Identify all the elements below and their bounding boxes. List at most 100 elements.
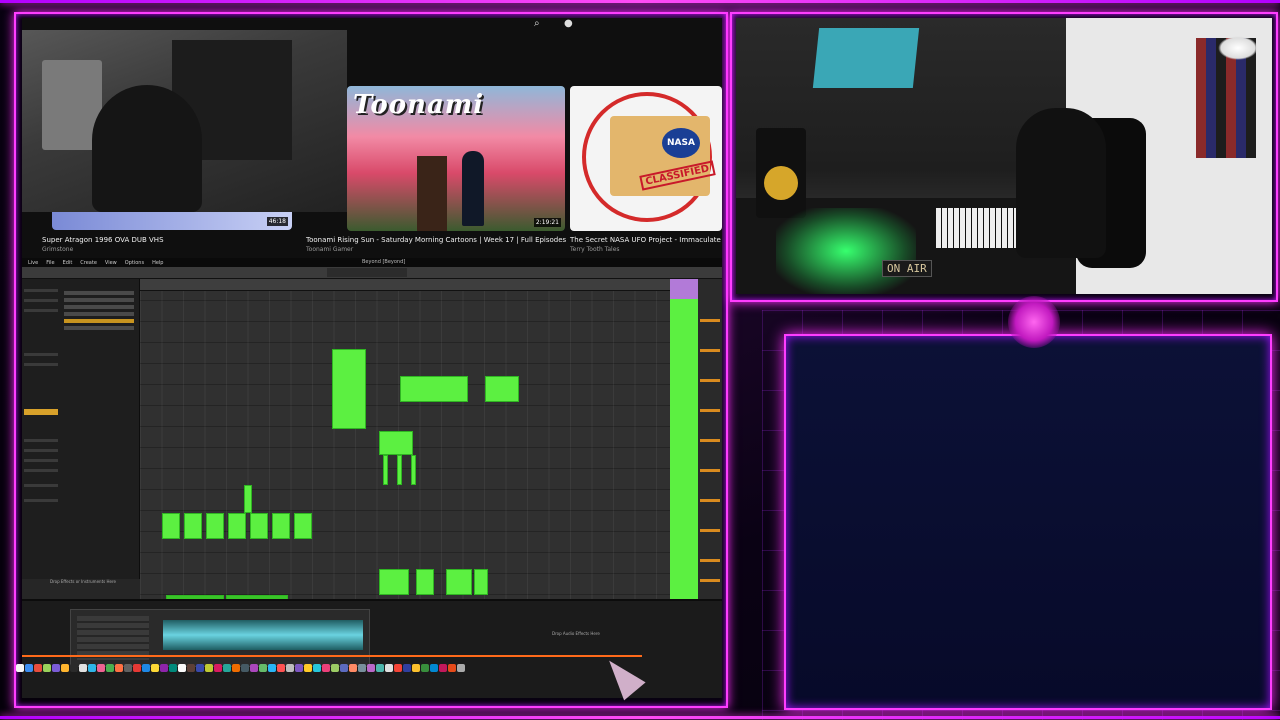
midi-clip[interactable] — [294, 513, 312, 539]
track-control[interactable] — [700, 409, 720, 412]
audio-clip[interactable] — [416, 569, 434, 595]
sample-waveform[interactable] — [163, 620, 363, 650]
track-control[interactable] — [700, 529, 720, 532]
app-icon[interactable] — [385, 664, 393, 672]
midi-clip[interactable] — [184, 513, 202, 539]
search-icon[interactable]: ⌕ — [534, 18, 546, 30]
menu-options[interactable]: Options — [125, 260, 144, 266]
track-control[interactable] — [700, 499, 720, 502]
key-zone-list[interactable] — [77, 616, 149, 660]
menu-create[interactable]: Create — [80, 260, 97, 266]
app-icon[interactable] — [178, 664, 186, 672]
track-control[interactable] — [700, 469, 720, 472]
track-control[interactable] — [700, 579, 720, 582]
app-icon[interactable] — [448, 664, 456, 672]
midi-clip[interactable] — [383, 455, 388, 485]
menu-view[interactable]: View — [105, 260, 117, 266]
video-thumbnail-3[interactable]: NASA CLASSIFIED — [570, 86, 722, 231]
browser-category[interactable] — [24, 459, 58, 462]
track-control[interactable] — [700, 379, 720, 382]
track-control[interactable] — [700, 559, 720, 562]
app-icon[interactable] — [286, 664, 294, 672]
midi-clip[interactable] — [272, 513, 290, 539]
track-control[interactable] — [700, 349, 720, 352]
browser-category-selected[interactable] — [24, 409, 58, 415]
app-icon[interactable] — [187, 664, 195, 672]
app-icon[interactable] — [376, 664, 384, 672]
midi-clip[interactable] — [250, 513, 268, 539]
app-icon[interactable] — [250, 664, 258, 672]
audio-clip[interactable] — [379, 569, 409, 595]
finder-icon[interactable] — [16, 664, 24, 672]
app-icon[interactable] — [61, 664, 69, 672]
app-icon[interactable] — [232, 664, 240, 672]
app-icon[interactable] — [223, 664, 231, 672]
midi-clip[interactable] — [411, 455, 416, 485]
app-icon[interactable] — [277, 664, 285, 672]
browser-category[interactable] — [24, 439, 58, 442]
app-icon[interactable] — [439, 664, 447, 672]
app-icon[interactable] — [97, 664, 105, 672]
browser-file[interactable] — [64, 298, 134, 302]
sampler-device[interactable] — [70, 609, 370, 667]
browser-category[interactable] — [24, 499, 58, 502]
midi-clip[interactable] — [379, 431, 413, 455]
timeline-ruler[interactable] — [140, 279, 670, 291]
app-icon[interactable] — [430, 664, 438, 672]
midi-clip[interactable] — [244, 485, 252, 513]
browser-file[interactable] — [64, 312, 134, 316]
app-icon[interactable] — [331, 664, 339, 672]
app-icon[interactable] — [304, 664, 312, 672]
browser-file-selected[interactable] — [64, 319, 134, 323]
midi-clip[interactable] — [206, 513, 224, 539]
video-title[interactable]: Super Atragon 1996 OVA DUB VHS — [42, 236, 164, 244]
app-icon[interactable] — [421, 664, 429, 672]
app-icon[interactable] — [313, 664, 321, 672]
microphone-icon[interactable]: ● — [564, 18, 576, 30]
browser-category[interactable] — [24, 353, 58, 356]
video-channel[interactable]: Terry Tooth Tales — [570, 246, 620, 253]
app-icon[interactable] — [241, 664, 249, 672]
app-icon[interactable] — [88, 664, 96, 672]
app-icon[interactable] — [160, 664, 168, 672]
video-channel[interactable]: Grimstone — [42, 246, 73, 253]
app-icon[interactable] — [124, 664, 132, 672]
app-icon[interactable] — [43, 664, 51, 672]
midi-clip[interactable] — [332, 349, 366, 429]
browser-category[interactable] — [24, 363, 58, 366]
app-icon[interactable] — [295, 664, 303, 672]
menu-file[interactable]: File — [46, 260, 54, 266]
browser-file[interactable] — [64, 291, 134, 295]
midi-clip[interactable] — [485, 376, 519, 402]
app-icon[interactable] — [70, 664, 78, 672]
app-icon[interactable] — [322, 664, 330, 672]
browser-category[interactable] — [24, 289, 58, 292]
app-icon[interactable] — [349, 664, 357, 672]
app-icon[interactable] — [367, 664, 375, 672]
browser-category[interactable] — [24, 484, 58, 487]
browser-category[interactable] — [24, 299, 58, 302]
selected-track-column[interactable] — [670, 279, 698, 599]
browser-file[interactable] — [64, 305, 134, 309]
app-icon[interactable] — [412, 664, 420, 672]
menu-live[interactable]: Live — [28, 260, 38, 266]
transport-controls[interactable] — [327, 268, 407, 277]
audio-clip[interactable] — [474, 569, 488, 595]
track-control[interactable] — [700, 319, 720, 322]
video-title[interactable]: Toonami Rising Sun - Saturday Morning Ca… — [306, 236, 566, 244]
track-header[interactable] — [670, 279, 698, 299]
browser-category[interactable] — [24, 469, 58, 472]
app-icon[interactable] — [358, 664, 366, 672]
app-icon[interactable] — [151, 664, 159, 672]
app-icon[interactable] — [115, 664, 123, 672]
app-icon[interactable] — [25, 664, 33, 672]
midi-clip[interactable] — [400, 376, 468, 402]
menu-help[interactable]: Help — [152, 260, 163, 266]
app-icon[interactable] — [340, 664, 348, 672]
browser-category[interactable] — [24, 449, 58, 452]
arrangement-view[interactable] — [140, 279, 670, 599]
app-icon[interactable] — [133, 664, 141, 672]
midi-clip[interactable] — [397, 455, 402, 485]
app-icon[interactable] — [205, 664, 213, 672]
midi-clip[interactable] — [162, 513, 180, 539]
